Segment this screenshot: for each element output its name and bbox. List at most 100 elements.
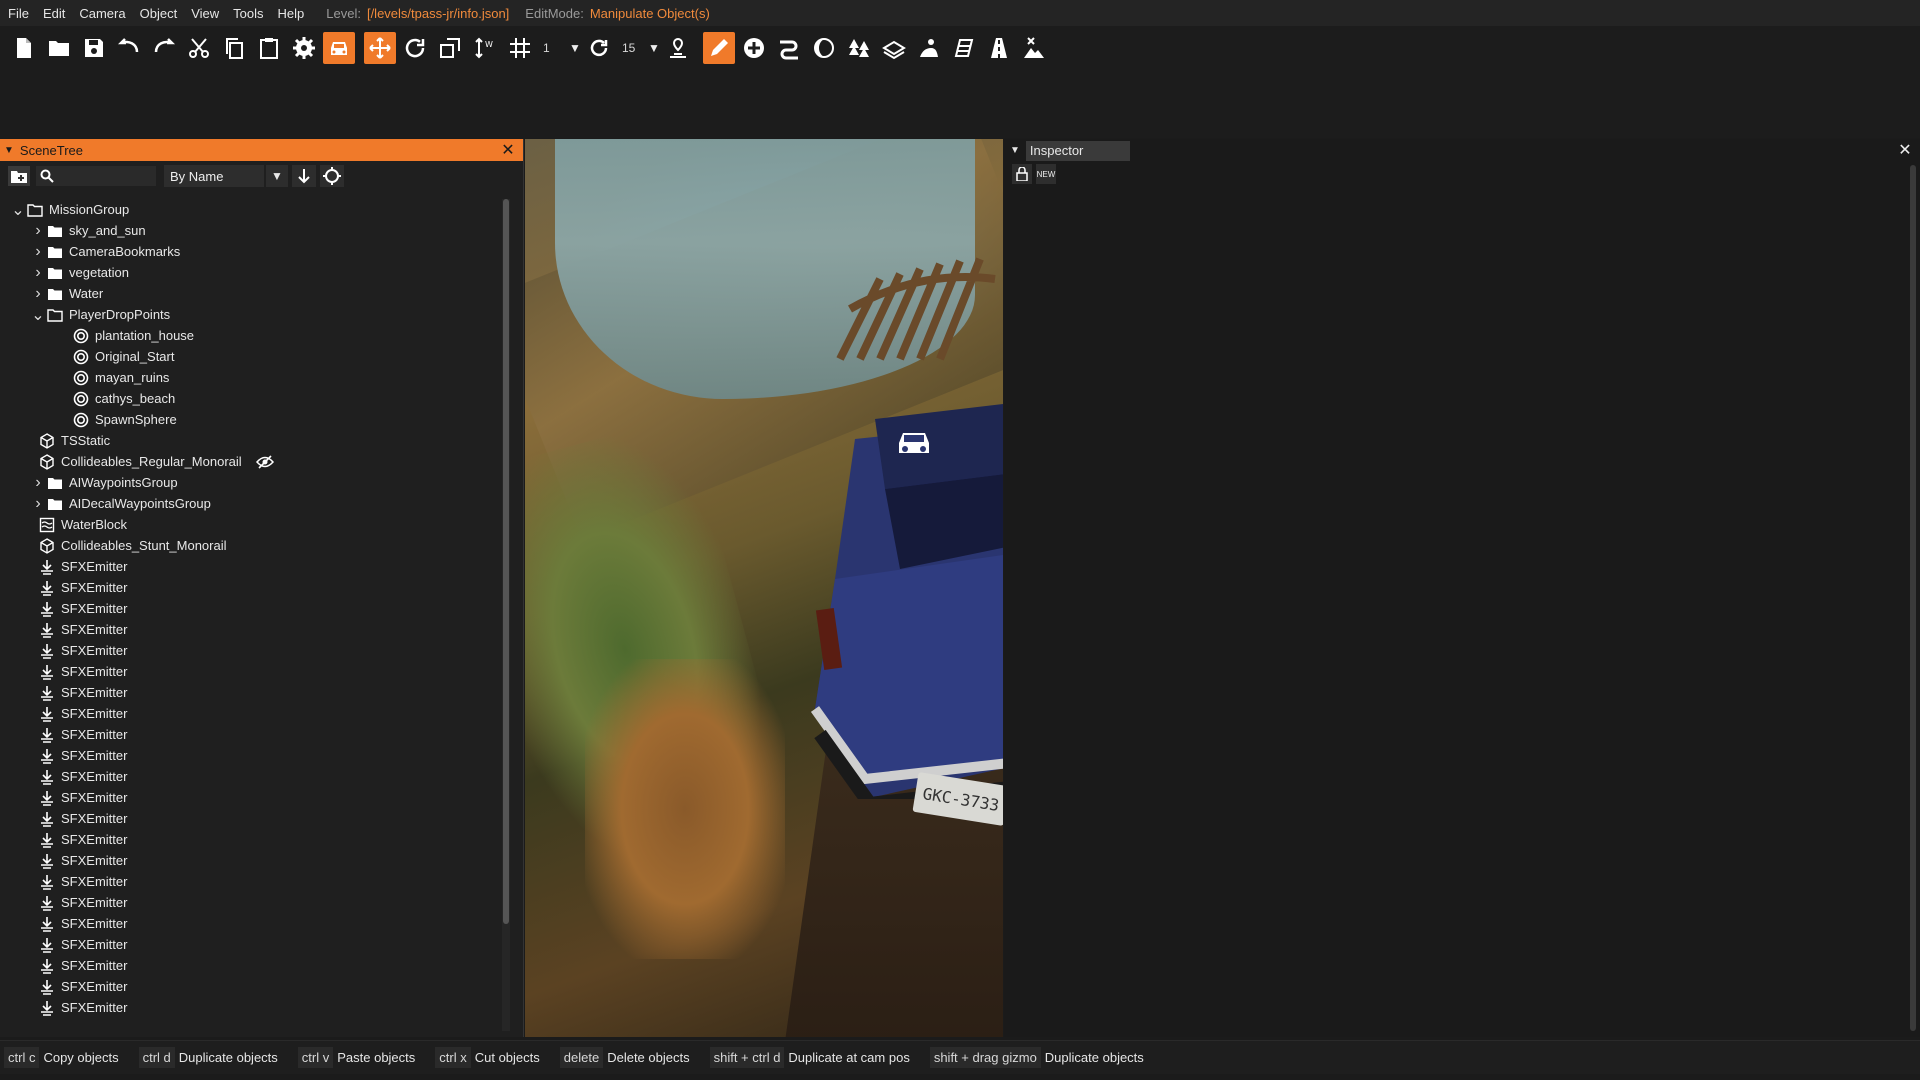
vehicle-marker-icon[interactable] [895, 427, 933, 459]
scrollbar-thumb[interactable] [503, 199, 509, 924]
inspector-scrollbar[interactable] [1910, 165, 1916, 1031]
tree-item[interactable]: › AIWaypointsGroup [8, 472, 506, 493]
terrain-brush-icon[interactable] [1018, 32, 1050, 64]
mesh-icon[interactable] [878, 32, 910, 64]
tree-item[interactable]: ⌄ MissionGroup [8, 199, 506, 220]
pencil-icon[interactable] [703, 32, 735, 64]
tree-item[interactable]: › vegetation [8, 262, 506, 283]
angle-snap-value[interactable]: 15 [618, 35, 646, 61]
collapse-triangle-icon[interactable]: ▼ [4, 145, 14, 156]
terrain-icon[interactable] [662, 32, 694, 64]
tree-item[interactable]: plantation_house [8, 325, 506, 346]
3d-viewport[interactable]: GKC-3733 [525, 139, 1003, 1037]
tree-item[interactable]: ⌄ PlayerDropPoints [8, 304, 506, 325]
tree-item[interactable]: SFXEmitter [8, 787, 506, 808]
angle-snap-dropdown-icon[interactable]: ▼ [646, 35, 662, 61]
lock-icon[interactable] [1012, 164, 1032, 184]
save-icon[interactable] [78, 32, 110, 64]
tree-item[interactable]: SFXEmitter [8, 997, 506, 1018]
menu-help[interactable]: Help [270, 6, 311, 21]
scenetree-list[interactable]: ⌄ MissionGroup › sky_and_sun › CameraBookmark… [8, 199, 506, 1031]
grid-size-value[interactable]: 1 [539, 35, 567, 61]
tree-item[interactable]: SFXEmitter [8, 850, 506, 871]
river-icon[interactable] [948, 32, 980, 64]
grid-size-dropdown-icon[interactable]: ▼ [567, 35, 583, 61]
tree-item[interactable]: TSStatic [8, 430, 506, 451]
translate-icon[interactable] [364, 32, 396, 64]
copy-icon[interactable] [218, 32, 250, 64]
rotate-icon[interactable] [399, 32, 431, 64]
expand-right-icon[interactable]: › [30, 495, 46, 512]
tree-item[interactable]: › sky_and_sun [8, 220, 506, 241]
menu-camera[interactable]: Camera [71, 6, 131, 21]
add-group-button[interactable] [8, 166, 30, 186]
scenetree-title-bar[interactable]: ▼ SceneTree ✕ [0, 139, 523, 161]
spawn-icon[interactable] [913, 32, 945, 64]
paste-icon[interactable] [253, 32, 285, 64]
inspector-title-bar[interactable]: ▼ Inspector ✕ [1004, 139, 1920, 161]
tree-item[interactable]: SFXEmitter [8, 955, 506, 976]
undo-icon[interactable] [113, 32, 145, 64]
tree-item[interactable]: SpawnSphere [8, 409, 506, 430]
road-architect-icon[interactable] [983, 32, 1015, 64]
forest-icon[interactable] [843, 32, 875, 64]
settings-icon[interactable] [288, 32, 320, 64]
tree-item[interactable]: › CameraBookmarks [8, 241, 506, 262]
sort-direction-icon[interactable] [292, 165, 316, 187]
menu-edit[interactable]: Edit [35, 6, 71, 21]
tree-item[interactable]: cathys_beach [8, 388, 506, 409]
expand-down-icon[interactable]: ⌄ [10, 202, 26, 219]
close-icon[interactable]: ✕ [1896, 141, 1914, 159]
tree-item[interactable]: Original_Start [8, 346, 506, 367]
tree-item[interactable]: WaterBlock [8, 514, 506, 535]
expand-right-icon[interactable]: › [30, 285, 46, 302]
search-input[interactable] [36, 166, 156, 186]
collapse-triangle-icon[interactable]: ▼ [1010, 145, 1020, 156]
expand-down-icon[interactable]: ⌄ [30, 307, 46, 324]
road-icon[interactable] [773, 32, 805, 64]
tree-item[interactable]: SFXEmitter [8, 724, 506, 745]
tree-item[interactable]: Collideables_Regular_Monorail [8, 451, 506, 472]
expand-right-icon[interactable]: › [30, 222, 46, 239]
tree-item[interactable]: SFXEmitter [8, 913, 506, 934]
tree-item[interactable]: SFXEmitter [8, 703, 506, 724]
scale-icon[interactable] [434, 32, 466, 64]
menu-file[interactable]: File [0, 6, 35, 21]
sort-select[interactable]: By Name [164, 165, 264, 187]
menu-tools[interactable]: Tools [225, 6, 269, 21]
expand-right-icon[interactable]: › [30, 474, 46, 491]
grid-snap-icon[interactable] [504, 32, 536, 64]
scenetree-scrollbar[interactable] [502, 199, 510, 1031]
cut-icon[interactable] [183, 32, 215, 64]
tree-item[interactable]: SFXEmitter [8, 556, 506, 577]
focus-selection-icon[interactable] [320, 165, 344, 187]
decal-icon[interactable] [808, 32, 840, 64]
open-folder-icon[interactable] [43, 32, 75, 64]
tree-item[interactable]: SFXEmitter [8, 871, 506, 892]
close-icon[interactable]: ✕ [499, 141, 517, 159]
hidden-eye-icon[interactable] [255, 454, 274, 469]
inspector-tab[interactable]: Inspector [1025, 140, 1130, 161]
tree-item[interactable]: › Water [8, 283, 506, 304]
tree-item[interactable]: SFXEmitter [8, 829, 506, 850]
tree-item[interactable]: Collideables_Stunt_Monorail [8, 535, 506, 556]
tree-item[interactable]: › AIDecalWaypointsGroup [8, 493, 506, 514]
tree-item[interactable]: SFXEmitter [8, 598, 506, 619]
tree-item[interactable]: SFXEmitter [8, 892, 506, 913]
axis-icon[interactable]: W [469, 32, 501, 64]
scenetree-tab[interactable]: ▼ SceneTree [0, 139, 106, 161]
tree-item[interactable]: SFXEmitter [8, 640, 506, 661]
add-icon[interactable] [738, 32, 770, 64]
redo-icon[interactable] [148, 32, 180, 64]
expand-right-icon[interactable]: › [30, 243, 46, 260]
tree-item[interactable]: SFXEmitter [8, 766, 506, 787]
tree-item[interactable]: mayan_ruins [8, 367, 506, 388]
tree-item[interactable]: SFXEmitter [8, 745, 506, 766]
tree-item[interactable]: SFXEmitter [8, 808, 506, 829]
tree-item[interactable]: SFXEmitter [8, 661, 506, 682]
expand-right-icon[interactable]: › [30, 264, 46, 281]
rotate-snap-icon[interactable] [583, 32, 615, 64]
tree-item[interactable]: SFXEmitter [8, 934, 506, 955]
viewport-pickup-truck[interactable] [685, 379, 1003, 799]
new-inspector-button[interactable]: NEW [1036, 164, 1056, 184]
